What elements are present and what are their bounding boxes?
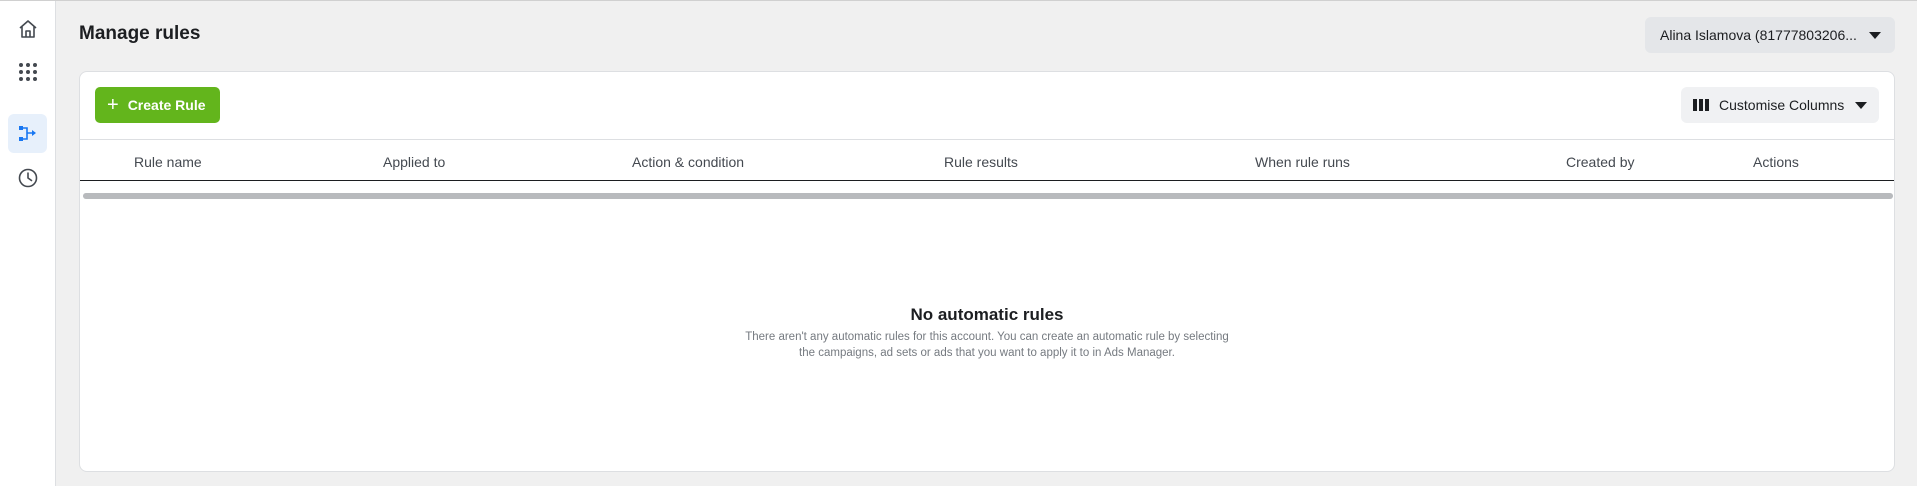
plus-icon: + bbox=[107, 94, 119, 116]
customise-columns-label: Customise Columns bbox=[1719, 97, 1845, 113]
horizontal-scrollbar[interactable] bbox=[83, 193, 1893, 199]
apps-grid-icon bbox=[18, 62, 37, 81]
left-nav-rail bbox=[0, 1, 56, 486]
nav-all-tools[interactable] bbox=[8, 52, 47, 91]
chevron-down-icon bbox=[1869, 31, 1881, 39]
column-header-created-by[interactable]: Created by bbox=[1566, 154, 1634, 170]
column-header-rule-name[interactable]: Rule name bbox=[134, 154, 202, 170]
empty-state-title: No automatic rules bbox=[910, 305, 1064, 324]
column-header-action-condition[interactable]: Action & condition bbox=[632, 154, 744, 170]
nav-history[interactable] bbox=[8, 158, 47, 197]
account-selector[interactable]: Alina Islamova (81777803206... bbox=[1645, 17, 1895, 53]
history-clock-icon bbox=[18, 168, 37, 187]
rules-card: + Create Rule Customise Columns Rule nam… bbox=[79, 71, 1895, 472]
empty-state-line-2: the campaigns, ad sets or ads that you w… bbox=[799, 347, 1175, 359]
column-header-rule-results[interactable]: Rule results bbox=[944, 154, 1018, 170]
table-header: Rule name Applied to Action & condition … bbox=[80, 139, 1894, 181]
page-title: Manage rules bbox=[79, 23, 201, 44]
empty-state-description: There aren't any automatic rules for thi… bbox=[80, 329, 1894, 361]
home-icon bbox=[18, 19, 37, 38]
nav-home[interactable] bbox=[8, 9, 47, 48]
automated-rules-icon bbox=[18, 125, 36, 141]
column-header-when-rule-runs[interactable]: When rule runs bbox=[1255, 154, 1350, 170]
column-header-actions[interactable]: Actions bbox=[1753, 154, 1799, 170]
empty-state-line-1: There aren't any automatic rules for thi… bbox=[745, 331, 1229, 343]
create-rule-label: Create Rule bbox=[127, 97, 206, 113]
create-rule-button[interactable]: + Create Rule bbox=[95, 87, 220, 123]
customise-columns-button[interactable]: Customise Columns bbox=[1681, 87, 1879, 123]
nav-automated-rules[interactable] bbox=[8, 114, 47, 153]
column-header-applied-to[interactable]: Applied to bbox=[383, 154, 445, 170]
account-name: Alina Islamova (81777803206... bbox=[1660, 27, 1857, 43]
scrollbar-thumb[interactable] bbox=[83, 193, 1893, 199]
chevron-down-icon bbox=[1855, 101, 1867, 109]
columns-icon bbox=[1693, 99, 1709, 111]
